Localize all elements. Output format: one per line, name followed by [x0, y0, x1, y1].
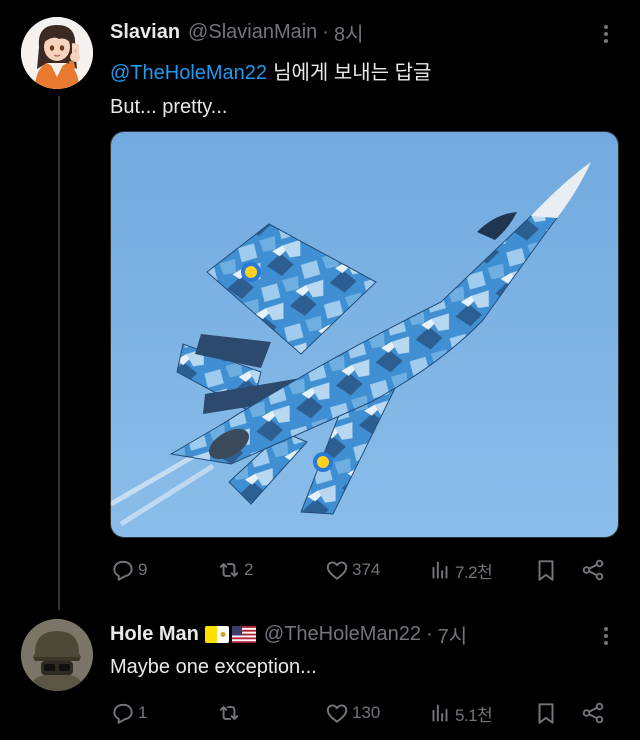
reply-button[interactable]: 9 — [110, 555, 147, 585]
heart-icon — [326, 704, 348, 723]
views-button[interactable]: 7.2천 — [427, 555, 493, 585]
retweet-count: 2 — [244, 560, 254, 579]
retweet-button[interactable]: 2 — [216, 555, 253, 585]
avatar[interactable] — [21, 17, 93, 89]
like-count: 130 — [352, 703, 381, 722]
separator-dot: · — [322, 21, 329, 43]
fighter-jet-photo — [111, 132, 618, 537]
like-button[interactable]: 130 — [324, 698, 380, 728]
like-button[interactable]: 374 — [324, 555, 380, 585]
reply-count: 9 — [138, 560, 148, 579]
reply-button[interactable]: 1 — [110, 698, 147, 728]
tweet-media-image[interactable] — [110, 131, 619, 538]
tweet-actions: 9 2 374 7.2천 — [110, 555, 610, 585]
analytics-icon — [432, 561, 448, 579]
more-vertical-icon — [604, 25, 608, 43]
more-vertical-icon — [604, 627, 608, 645]
share-button[interactable] — [580, 555, 606, 585]
replying-to: @TheHoleMan22 님에게 보내는 답글 — [110, 56, 431, 85]
tweet-text: Maybe one exception... — [110, 656, 317, 678]
user-handle[interactable]: @SlavianMain — [188, 21, 317, 44]
vatican-flag-icon — [204, 626, 229, 643]
display-name[interactable]: Slavian — [110, 21, 180, 44]
helmeted-soldier-avatar-image — [21, 619, 93, 691]
reply-icon — [113, 703, 133, 724]
view-count: 5.1천 — [455, 705, 493, 725]
tweet-actions: 1 130 5.1천 — [110, 698, 610, 728]
anime-girl-avatar-image — [21, 17, 93, 89]
analytics-icon — [432, 704, 448, 722]
views-button[interactable]: 5.1천 — [427, 698, 493, 728]
user-handle[interactable]: @TheHoleMan22 — [264, 623, 421, 646]
timestamp[interactable]: 8시 — [334, 18, 364, 47]
replying-to-label: 님에게 보내는 답글 — [273, 62, 432, 84]
bookmark-icon — [538, 560, 554, 581]
retweet-button[interactable] — [216, 698, 244, 728]
display-name[interactable]: Hole Man — [110, 623, 199, 646]
separator-dot: · — [425, 623, 433, 645]
tweet-header: Slavian @SlavianMain · 8시 — [110, 18, 364, 47]
bookmark-button[interactable] — [533, 555, 559, 585]
tweet-text: But... pretty... — [110, 96, 228, 118]
tweet-header: Hole Man @TheHoleMan22 · 7시 — [110, 620, 467, 649]
bookmark-icon — [538, 703, 554, 724]
bookmark-button[interactable] — [533, 698, 559, 728]
reply-count: 1 — [138, 703, 148, 722]
like-count: 374 — [352, 560, 381, 579]
timestamp[interactable]: 7시 — [438, 620, 468, 649]
thread-connector-line — [58, 96, 60, 610]
share-icon — [582, 559, 604, 581]
reply-mention-link[interactable]: @TheHoleMan22 — [110, 62, 267, 84]
heart-icon — [326, 561, 348, 580]
retweet-icon — [219, 706, 239, 720]
us-flag-icon — [231, 626, 256, 643]
more-options-button[interactable] — [598, 22, 614, 46]
share-button[interactable] — [580, 698, 606, 728]
avatar[interactable] — [21, 619, 93, 691]
reply-icon — [113, 560, 133, 581]
more-options-button[interactable] — [598, 624, 614, 648]
view-count: 7.2천 — [455, 562, 493, 582]
share-icon — [582, 702, 604, 724]
retweet-icon — [219, 563, 239, 577]
